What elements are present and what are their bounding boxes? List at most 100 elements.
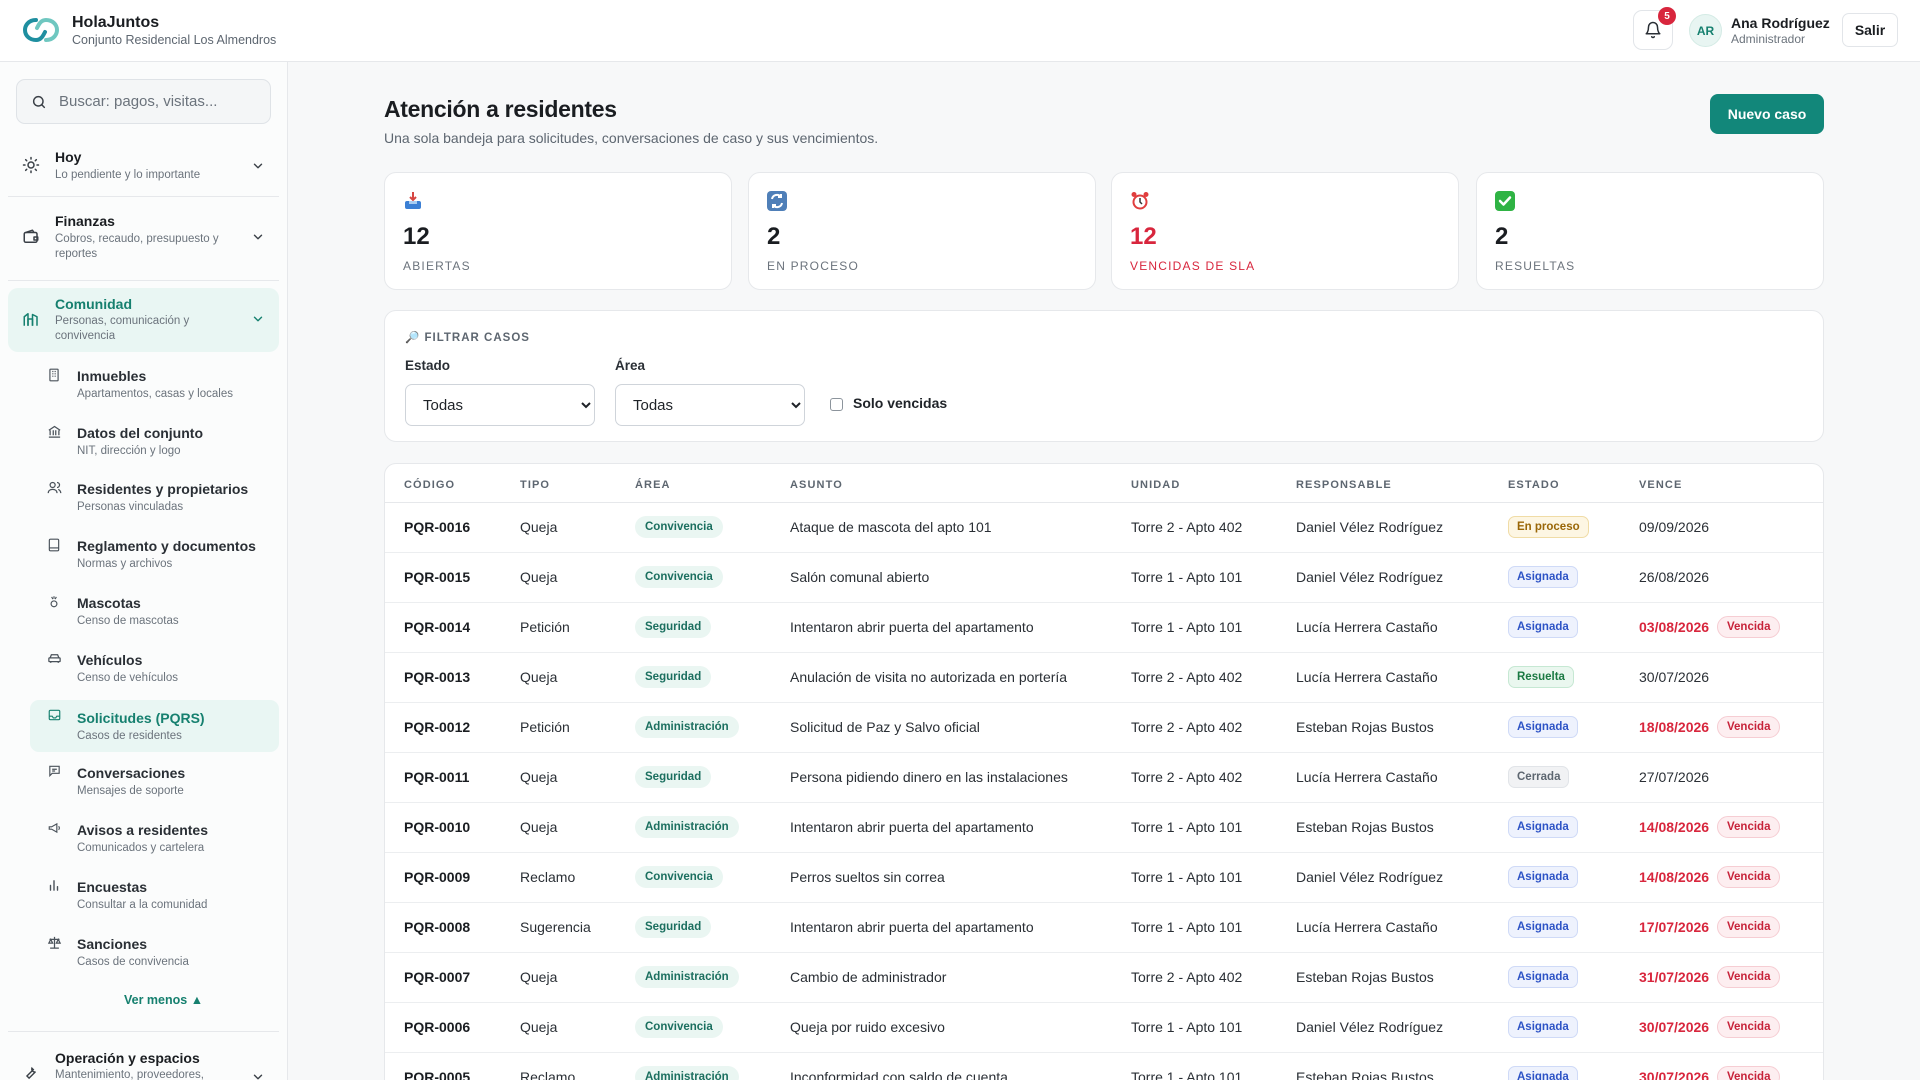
table-row[interactable]: PQR-0013 Queja Seguridad Anulación de visit…: [385, 653, 1823, 703]
column-header-status[interactable]: ESTADO: [1508, 479, 1560, 491]
sidebar-item-avisos[interactable]: Avisos a residentes Comunicados y cartel…: [30, 818, 279, 864]
column-header-owner[interactable]: RESPONSABLE: [1296, 479, 1392, 491]
case-code[interactable]: PQR-0012: [404, 719, 470, 735]
case-type: Queja: [520, 969, 558, 985]
overdue-badge: Vencida: [1717, 966, 1781, 988]
table-row[interactable]: PQR-0011 Queja Seguridad Persona pidiendo d…: [385, 753, 1823, 803]
case-unit: Torre 2 - Apto 402: [1131, 519, 1243, 535]
sidebar-item-sanciones[interactable]: Sanciones Casos de convivencia: [30, 932, 279, 978]
stat-card-resueltas: 2 RESUELTAS: [1476, 172, 1824, 290]
table-row[interactable]: PQR-0007 Queja Administración Cambio de adm…: [385, 953, 1823, 1003]
column-header-code[interactable]: CÓDIGO: [404, 479, 455, 491]
table-row[interactable]: PQR-0015 Queja Convivencia Salón comunal ab…: [385, 553, 1823, 603]
sidebar-item-residentes[interactable]: Residentes y propietarios Personas vincu…: [30, 477, 279, 523]
sidebar-section-finanzas[interactable]: Finanzas Cobros, recaudo, presupuesto y …: [8, 206, 279, 274]
sidebar-item-datos-del-conjunto[interactable]: Datos del conjunto NIT, dirección y logo: [30, 421, 279, 467]
avatar[interactable]: AR: [1689, 14, 1722, 47]
case-owner: Esteban Rojas Bustos: [1296, 819, 1434, 835]
search-icon: [32, 95, 46, 109]
case-subject[interactable]: Inconformidad con saldo de cuenta: [790, 1069, 1008, 1080]
case-code[interactable]: PQR-0006: [404, 1019, 470, 1035]
case-subject[interactable]: Ataque de mascota del apto 101: [790, 519, 992, 535]
case-subject[interactable]: Intentaron abrir puerta del apartamento: [790, 819, 1034, 835]
search-input[interactable]: [59, 80, 264, 123]
table-row[interactable]: PQR-0005 Reclamo Administración Inconformid…: [385, 1053, 1823, 1080]
sidebar-item-inmuebles[interactable]: Inmuebles Apartamentos, casas y locales: [30, 364, 279, 410]
overdue-badge: Vencida: [1717, 716, 1781, 738]
area-filter-select[interactable]: Todas: [615, 384, 805, 426]
case-subject[interactable]: Queja por ruido excesivo: [790, 1019, 945, 1035]
case-code[interactable]: PQR-0015: [404, 569, 470, 585]
sidebar-divider: [8, 280, 279, 281]
sidebar-divider: [8, 1031, 279, 1032]
new-case-button[interactable]: Nuevo caso: [1710, 94, 1824, 134]
column-header-type[interactable]: TIPO: [520, 479, 550, 491]
sidebar-item-label: Conversaciones: [77, 765, 186, 781]
sidebar-section-hoy[interactable]: Hoy Lo pendiente y lo importante: [8, 142, 279, 190]
column-header-subject[interactable]: ASUNTO: [790, 479, 843, 491]
stat-label: RESUELTAS: [1495, 259, 1576, 273]
sidebar-section-comunidad[interactable]: Comunidad Personas, comunicación y convi…: [8, 288, 279, 352]
case-owner: Lucía Herrera Castaño: [1296, 769, 1438, 785]
sidebar-item-encuestas[interactable]: Encuestas Consultar a la comunidad: [30, 875, 279, 921]
see-less-link[interactable]: Ver menos ▲: [124, 993, 203, 1007]
due-date: 03/08/2026: [1639, 619, 1710, 635]
table-row[interactable]: PQR-0010 Queja Administración Intentaron ab…: [385, 803, 1823, 853]
column-header-unit[interactable]: UNIDAD: [1131, 479, 1180, 491]
case-unit: Torre 1 - Apto 101: [1131, 619, 1243, 635]
chat-icon: [49, 765, 60, 778]
table-row[interactable]: PQR-0008 Sugerencia Seguridad Intentaron ab…: [385, 903, 1823, 953]
case-code[interactable]: PQR-0010: [404, 819, 470, 835]
scale-icon: [47, 936, 62, 949]
case-code[interactable]: PQR-0014: [404, 619, 470, 635]
sidebar-section-title: Finanzas: [55, 213, 115, 229]
case-subject[interactable]: Salón comunal abierto: [790, 569, 929, 585]
case-code[interactable]: PQR-0016: [404, 519, 470, 535]
sidebar-item-solicitudes[interactable]: Solicitudes (PQRS) Casos de residentes: [30, 700, 279, 752]
sidebar-item-label: Sanciones: [77, 936, 148, 952]
holajuntos-logo-icon[interactable]: [22, 14, 60, 46]
sidebar-item-subtitle: Consultar a la comunidad: [77, 899, 208, 911]
logout-button[interactable]: Salir: [1842, 13, 1898, 47]
table-row[interactable]: PQR-0009 Reclamo Convivencia Perros sueltos…: [385, 853, 1823, 903]
due-date: 09/09/2026: [1639, 519, 1710, 535]
case-code[interactable]: PQR-0007: [404, 969, 470, 985]
table-row[interactable]: PQR-0012 Petición Administración Solicitud …: [385, 703, 1823, 753]
case-code[interactable]: PQR-0011: [404, 769, 469, 785]
column-header-due[interactable]: VENCE: [1639, 479, 1682, 491]
case-subject[interactable]: Intentaron abrir puerta del apartamento: [790, 619, 1034, 635]
table-row[interactable]: PQR-0006 Queja Convivencia Queja por ruido …: [385, 1003, 1823, 1053]
case-code[interactable]: PQR-0013: [404, 669, 470, 685]
alarm-clock-icon: [1131, 192, 1149, 210]
case-subject[interactable]: Perros sueltos sin correa: [790, 869, 945, 885]
state-filter-select[interactable]: Todas: [405, 384, 595, 426]
case-subject[interactable]: Intentaron abrir puerta del apartamento: [790, 919, 1034, 935]
sidebar-item-vehiculos[interactable]: Vehículos Censo de vehículos: [30, 648, 279, 694]
case-type: Petición: [520, 619, 570, 635]
sidebar-item-conversaciones[interactable]: Conversaciones Mensajes de soporte: [30, 761, 279, 807]
repeat-icon: [767, 191, 787, 211]
sidebar-item-reglamento[interactable]: Reglamento y documentos Normas y archivo…: [30, 534, 279, 580]
case-subject[interactable]: Anulación de visita no autorizada en por…: [790, 669, 1067, 685]
table-row[interactable]: PQR-0014 Petición Seguridad Intentaron abri…: [385, 603, 1823, 653]
sidebar-item-label: Residentes y propietarios: [77, 481, 249, 497]
case-code[interactable]: PQR-0009: [404, 869, 470, 885]
sidebar-section-operacion[interactable]: Operación y espacios Mantenimiento, prov…: [8, 1040, 279, 1080]
sidebar-item-mascotas[interactable]: Mascotas Censo de mascotas: [30, 591, 279, 637]
table-row[interactable]: PQR-0016 Queja Convivencia Ataque de mascot…: [385, 503, 1823, 553]
case-code[interactable]: PQR-0005: [404, 1069, 470, 1080]
column-header-area[interactable]: ÁREA: [635, 479, 671, 491]
case-owner: Esteban Rojas Bustos: [1296, 1069, 1434, 1080]
overdue-only-checkbox[interactable]: [830, 398, 843, 411]
filters-panel: 🔎 FILTRAR CASOS Estado Todas Área Todas …: [384, 310, 1824, 442]
case-subject[interactable]: Persona pidiendo dinero en las instalaci…: [790, 769, 1068, 785]
case-code[interactable]: PQR-0008: [404, 919, 470, 935]
case-subject[interactable]: Solicitud de Paz y Salvo oficial: [790, 719, 980, 735]
case-type: Reclamo: [520, 1069, 576, 1080]
overdue-badge: Vencida: [1717, 916, 1781, 938]
case-subject[interactable]: Cambio de administrador: [790, 969, 946, 985]
stat-label: EN PROCESO: [767, 259, 860, 273]
sidebar-item-label: Solicitudes (PQRS): [77, 710, 205, 726]
overdue-only-label[interactable]: Solo vencidas: [853, 395, 947, 411]
case-unit: Torre 1 - Apto 101: [1131, 919, 1243, 935]
